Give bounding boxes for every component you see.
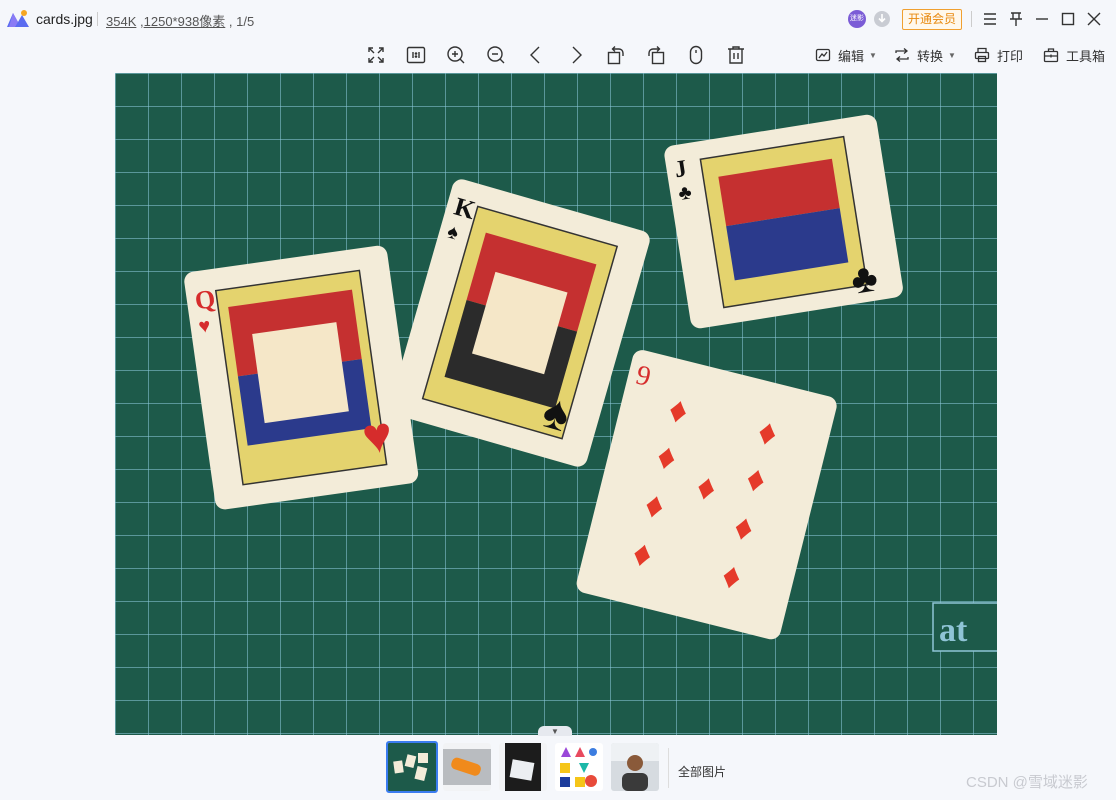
meta-comma: , [228,14,233,29]
toolbox-icon [1043,48,1059,63]
trash-icon [728,46,744,64]
edit-icon [815,48,831,62]
zoom-out-icon [487,46,505,64]
thumbnail-cards[interactable] [386,741,438,793]
print-label: 打印 [997,48,1024,64]
rotate-left-button[interactable] [604,43,628,67]
delete-button[interactable] [724,43,748,67]
chevron-down-icon: ▼ [869,50,877,60]
thumbnail-image [555,743,603,791]
user-avatar[interactable]: 迷影 [848,10,866,28]
thumbnail-box[interactable] [499,743,547,791]
chevron-left-icon [530,46,540,64]
zoom-in-icon [447,46,465,64]
printer-icon [974,47,990,63]
actual-size-icon [406,46,426,64]
queen-of-hearts-card: Q ♥ ♥ [184,245,419,510]
thumbnail-portrait[interactable] [611,743,659,791]
file-info: 354K ,1250*938像素 , 1/5 [106,11,254,30]
menu-icon[interactable] [979,8,1001,30]
image-dimensions[interactable]: 1250*938像素 [144,14,226,29]
previous-button[interactable] [524,43,548,67]
cloud-download-icon[interactable] [873,10,891,28]
thumbnail-image [499,743,547,791]
jack-of-clubs-card: J ♣ ♣ [664,114,903,329]
rotate-right-icon [648,46,665,65]
title-divider [971,11,972,27]
king-of-spades-card: K ♠ ♠ [389,179,650,467]
collapse-thumbnails-button[interactable]: ▼ [538,726,572,736]
main-image[interactable]: Q ♥ ♥ K ♠ ♠ J ♣ ♣ 9 ♦ ♦ ♦ ♦ ♦ ♦ ♦ ♦ ♦ at [115,73,997,735]
fullscreen-button[interactable] [364,43,388,67]
thumbnail-car[interactable] [443,743,491,791]
all-pictures-link[interactable]: 全部图片 [678,763,726,780]
minimize-icon[interactable] [1031,8,1053,30]
chevron-down-icon: ▼ [948,50,956,60]
file-size[interactable]: 354K [106,14,136,29]
svg-text:at: at [939,612,968,649]
convert-icon [895,48,909,62]
thumbnail-image [388,743,436,791]
next-button[interactable] [564,43,588,67]
file-name: cards.jpg [36,11,93,27]
maximize-icon[interactable] [1057,8,1079,30]
toolbox-label: 工具箱 [1066,48,1106,64]
fullscreen-icon [368,47,384,63]
actual-size-button[interactable] [404,43,428,67]
toolbox-button[interactable]: 工具箱 [1042,44,1105,66]
thumbnail-image [611,743,659,791]
title-divider [97,12,98,26]
edit-menu[interactable]: 编辑 ▼ [814,44,877,66]
cards-photo: Q ♥ ♥ K ♠ ♠ J ♣ ♣ 9 ♦ ♦ ♦ ♦ ♦ ♦ ♦ ♦ ♦ at [184,114,997,652]
thumbnail-image [443,743,491,791]
close-icon[interactable] [1083,8,1105,30]
svg-text:Q: Q [193,284,217,316]
watermark: CSDN @雪域迷影 [966,774,1088,791]
title-bar: cards.jpg 354K ,1250*938像素 , 1/5 迷影 开通会员 [0,0,1116,38]
chevron-right-icon [572,46,582,64]
print-button[interactable]: 打印 [973,44,1023,66]
mat-logo: at [932,602,997,652]
zoom-out-button[interactable] [484,43,508,67]
nine-of-diamonds-card: 9 ♦ ♦ ♦ ♦ ♦ ♦ ♦ ♦ ♦ [576,350,837,640]
zoom-in-button[interactable] [444,43,468,67]
vip-button[interactable]: 开通会员 [902,9,962,30]
convert-label: 转换 [917,48,944,64]
mouse-mode-button[interactable] [684,43,708,67]
image-position: 1/5 [236,14,255,29]
edit-label: 编辑 [838,48,865,64]
mouse-icon [689,45,703,65]
app-logo-icon [7,10,29,27]
thumbnail-divider [668,748,669,788]
pin-icon[interactable] [1005,8,1027,30]
chevron-down-icon: ▼ [551,727,559,736]
thumbnail-shapes[interactable] [555,743,603,791]
rotate-left-icon [607,46,624,65]
rotate-right-button[interactable] [644,43,668,67]
convert-menu[interactable]: 转换 ▼ [893,44,956,66]
